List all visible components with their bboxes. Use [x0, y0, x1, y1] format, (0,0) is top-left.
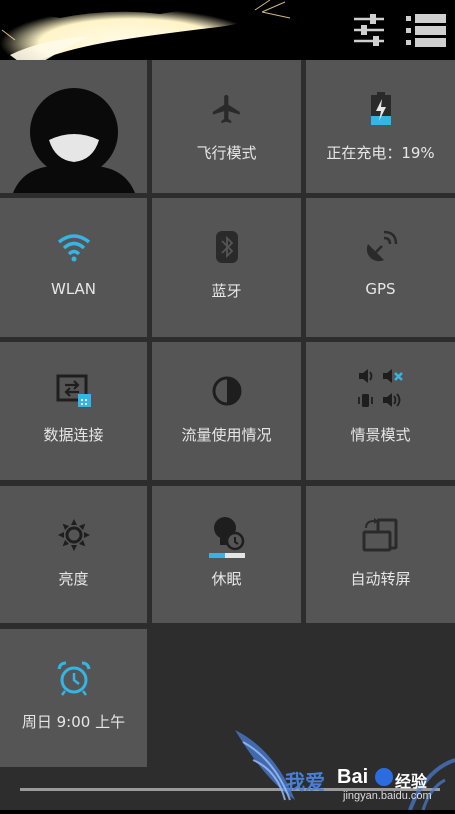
data-usage-icon	[152, 368, 301, 414]
tile-label: 亮度	[58, 570, 89, 588]
tile-label: 自动转屏	[350, 570, 411, 588]
tile-data-usage[interactable]: 流量使用情况	[152, 342, 301, 480]
tile-sound-profile[interactable]: 情景模式	[306, 342, 455, 480]
profile-avatar-icon	[13, 88, 135, 193]
tile-label: 蓝牙	[211, 282, 242, 300]
tile-label: 情景模式	[350, 426, 411, 444]
watermark-paw-icon	[375, 768, 393, 786]
tile-bluetooth[interactable]: 蓝牙	[152, 198, 301, 337]
tile-alarm[interactable]: 周日 9:00 上午	[0, 629, 147, 767]
tile-gps[interactable]: GPS	[306, 198, 455, 337]
watermark-brand: Bai	[337, 766, 369, 788]
bluetooth-icon	[152, 224, 301, 270]
baidu-watermark: 我爱 Bai 经验 jingyan.baidu.com	[235, 730, 455, 811]
tile-battery[interactable]: 正在充电：19%	[306, 60, 455, 193]
tile-auto-rotate[interactable]: 自动转屏	[306, 486, 455, 623]
battery-charging-icon	[306, 86, 455, 132]
auto-rotate-icon	[306, 512, 455, 558]
airplane-icon	[152, 86, 301, 132]
gps-icon	[306, 224, 455, 270]
tile-label: 周日 9:00 上午	[21, 713, 126, 731]
tile-label: 正在充电：19%	[326, 144, 435, 162]
top-bar	[0, 0, 455, 89]
wifi-icon	[0, 224, 147, 270]
tile-label: 休眠	[211, 570, 242, 588]
watermark-url: jingyan.baidu.com	[343, 790, 432, 802]
tile-profile[interactable]	[0, 60, 147, 193]
sliders-icon[interactable]	[352, 12, 386, 52]
alarm-clock-icon	[0, 655, 147, 701]
tile-data-connection[interactable]: 数据连接	[0, 342, 147, 480]
tile-brightness[interactable]: 亮度	[0, 486, 147, 623]
sound-profile-icon	[306, 366, 455, 412]
tile-label: 数据连接	[43, 426, 104, 444]
brightness-icon	[0, 512, 147, 558]
tile-label: WLAN	[50, 280, 96, 298]
data-connection-icon	[0, 368, 147, 414]
tile-airplane[interactable]: 飞行模式	[152, 60, 301, 193]
tile-label: GPS	[365, 280, 396, 298]
list-icon[interactable]	[406, 12, 446, 52]
tile-label: 流量使用情况	[181, 426, 272, 444]
watermark-cn: 我爱	[285, 770, 325, 794]
tile-sleep[interactable]: 休眠	[152, 486, 301, 623]
tile-label: 飞行模式	[196, 144, 257, 162]
sleep-icon	[152, 514, 301, 560]
watermark-brand2: 经验	[395, 772, 428, 791]
tile-wlan[interactable]: WLAN	[0, 198, 147, 337]
